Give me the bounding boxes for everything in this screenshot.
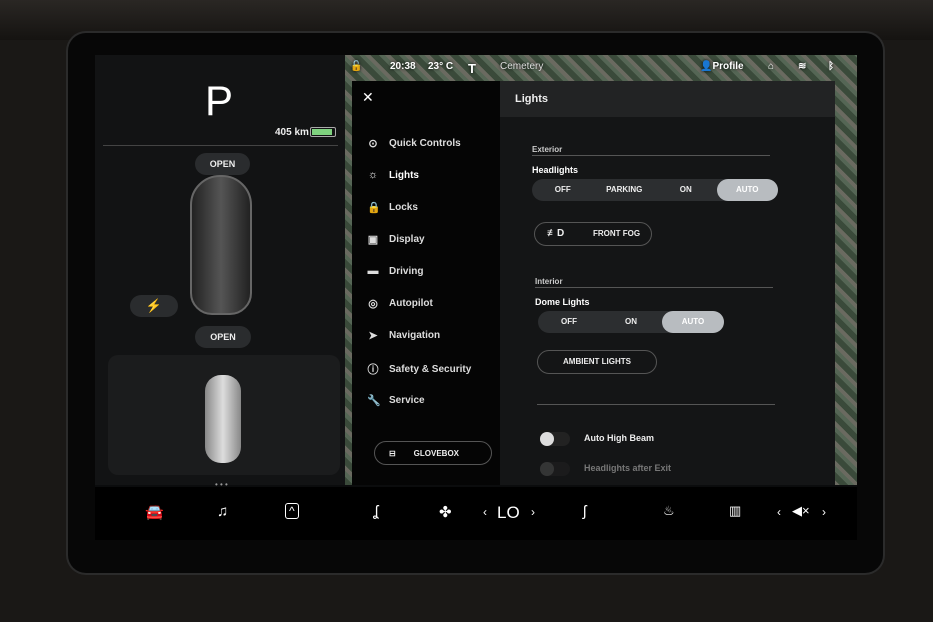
menu-item-safety-security[interactable]: ⓘ Safety & Security xyxy=(367,361,472,377)
profile-label: Profile xyxy=(712,61,744,72)
headlights-off[interactable]: OFF xyxy=(532,179,594,201)
rear-defrost-icon[interactable]: ▥ xyxy=(729,503,741,519)
lock-icon: 🔒 xyxy=(367,202,381,214)
menu-item-quick-controls[interactable]: ⊙ Quick Controls xyxy=(367,137,461,150)
menu-item-lights[interactable]: ☼ Lights xyxy=(367,169,419,181)
menu-label: Navigation xyxy=(389,330,441,341)
menu-item-driving[interactable]: ▬ Driving xyxy=(367,265,424,277)
close-button[interactable]: ✕ xyxy=(362,89,374,106)
car-icon: ▬ xyxy=(367,265,379,277)
glovebox-button[interactable]: ⊟ GLOVEBOX xyxy=(374,441,492,465)
profile-button[interactable]: 👤 Profile xyxy=(700,61,744,72)
dome-on[interactable]: ON xyxy=(600,311,662,333)
menu-item-display[interactable]: ▣ Display xyxy=(367,233,425,246)
dome-lights-label: Dome Lights xyxy=(535,297,590,307)
menu-label: Autopilot xyxy=(389,298,433,309)
menu-label: Quick Controls xyxy=(389,138,461,149)
volume-down-button[interactable]: ‹ xyxy=(777,505,781,519)
car-image xyxy=(205,375,241,463)
settings-menu: ✕ ⊙ Quick Controls ☼ Lights 🔒 Locks ▣ Displa… xyxy=(352,81,500,485)
menu-item-service[interactable]: 🔧 Service xyxy=(367,394,425,407)
bluetooth-icon: ᛒ xyxy=(828,61,834,72)
menu-item-autopilot[interactable]: ◎ Autopilot xyxy=(367,297,433,310)
lights-panel: Lights Exterior Headlights OFF PARKING O… xyxy=(500,81,835,485)
exterior-heading: Exterior xyxy=(532,145,563,154)
fog-light-icon: ≢D xyxy=(547,228,565,239)
dome-auto[interactable]: AUTO xyxy=(662,311,724,333)
auto-high-beam-label: Auto High Beam xyxy=(584,433,655,443)
bottom-dock: 🚘 ♫ ^ ʆ ✤ ‹ LO › ʃ ♨ ▥ ‹ ◀× › xyxy=(95,487,857,540)
volume-up-button[interactable]: › xyxy=(822,505,826,519)
headlights-parking[interactable]: PARKING xyxy=(594,179,656,201)
menu-label: Service xyxy=(389,395,425,406)
range-readout: 405 km xyxy=(275,127,309,138)
touchscreen: P 405 km OPEN ⚡ OPEN • • • 🔓 20:38 23° C… xyxy=(95,55,857,540)
front-fog-button[interactable]: ≢D FRONT FOG xyxy=(534,222,652,246)
alert-circle-icon: ⓘ xyxy=(367,364,379,376)
steering-wheel-icon: ◎ xyxy=(368,298,378,310)
menu-label: Display xyxy=(389,234,425,245)
ambient-lights-button[interactable]: AMBIENT LIGHTS xyxy=(537,350,657,374)
wifi-icon: ≋ xyxy=(798,61,807,72)
headlights-label: Headlights xyxy=(532,165,579,175)
auto-high-beam-toggle[interactable] xyxy=(540,432,570,446)
battery-icon xyxy=(310,127,336,137)
mute-icon[interactable]: ◀× xyxy=(792,503,810,519)
navigation-arrow-icon: ➤ xyxy=(368,330,378,342)
lock-icon: 🔓 xyxy=(350,61,363,72)
dome-lights-selector[interactable]: OFF ON AUTO xyxy=(538,311,724,333)
fan-icon[interactable]: ✤ xyxy=(439,503,452,521)
front-fog-label: FRONT FOG xyxy=(593,229,641,238)
vehicle-panel: P 405 km OPEN ⚡ OPEN • • • xyxy=(95,55,345,489)
menu-label: Lights xyxy=(389,169,419,181)
menu-label: Locks xyxy=(389,202,418,213)
menu-item-locks[interactable]: 🔒 Locks xyxy=(367,201,418,214)
driver-seat-heater-icon[interactable]: ʆ xyxy=(373,503,378,520)
tesla-logo-icon[interactable]: T xyxy=(468,61,476,76)
glovebox-icon: ⊟ xyxy=(389,448,396,458)
car-status-card xyxy=(108,355,340,475)
headlights-after-exit-label: Headlights after Exit xyxy=(584,463,672,473)
toggle-icon: ⊙ xyxy=(368,138,378,150)
dome-off[interactable]: OFF xyxy=(538,311,600,333)
lightning-icon: ⚡ xyxy=(145,298,163,313)
front-defrost-icon[interactable]: ♨ xyxy=(663,503,675,519)
temperature: 23° C xyxy=(428,61,454,72)
headlights-on[interactable]: ON xyxy=(655,179,717,201)
home-icon[interactable]: ⌂ xyxy=(768,61,774,72)
app-launcher-icon[interactable]: ^ xyxy=(285,503,299,519)
wrench-icon: 🔧 xyxy=(367,395,381,407)
car-top-view xyxy=(190,175,252,315)
headlights-after-exit-toggle[interactable] xyxy=(540,462,570,476)
menu-label: Safety & Security xyxy=(389,363,472,375)
charge-port-button[interactable]: ⚡ xyxy=(130,295,178,317)
interior-heading: Interior xyxy=(535,277,563,286)
glovebox-label: GLOVEBOX xyxy=(413,448,460,458)
open-trunk-button[interactable]: OPEN xyxy=(195,326,251,348)
map-label: Cemetery xyxy=(500,61,544,72)
car-icon[interactable]: 🚘 xyxy=(145,503,164,521)
gear-indicator: P xyxy=(205,77,234,124)
menu-item-navigation[interactable]: ➤ Navigation xyxy=(367,329,440,342)
panel-title: Lights xyxy=(500,81,835,117)
display-icon: ▣ xyxy=(367,234,379,246)
status-bar: 🔓 20:38 23° C T Cemetery 👤 Profile ⌂ ≋ ᛒ xyxy=(350,61,850,77)
sun-icon: ☼ xyxy=(367,169,379,181)
passenger-seat-heater-icon[interactable]: ʃ xyxy=(583,503,586,520)
temp-up-button[interactable]: › xyxy=(531,505,535,519)
menu-label: Driving xyxy=(389,265,424,277)
divider xyxy=(103,145,338,146)
climate-temperature[interactable]: LO xyxy=(497,503,520,523)
clock: 20:38 xyxy=(390,61,416,72)
headlights-selector[interactable]: OFF PARKING ON AUTO xyxy=(532,179,778,201)
temp-down-button[interactable]: ‹ xyxy=(483,505,487,519)
headlights-auto[interactable]: AUTO xyxy=(716,179,778,201)
open-frunk-button[interactable]: OPEN xyxy=(195,153,250,175)
music-icon[interactable]: ♫ xyxy=(217,503,228,520)
